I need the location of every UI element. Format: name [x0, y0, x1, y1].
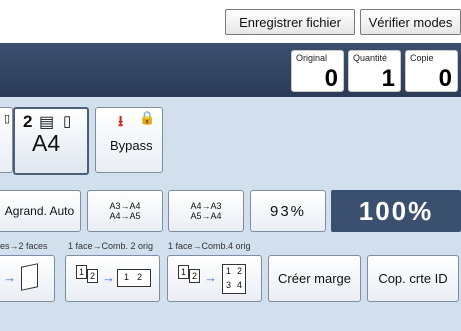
preset1-line2: A4→A5	[109, 211, 141, 221]
lock-icon: 🔒	[139, 110, 156, 125]
tray-size: A4	[32, 130, 61, 156]
arrow-right-icon: →	[3, 270, 16, 285]
bottom-strip	[0, 307, 461, 331]
check-modes-button[interactable]: Vérifier modes	[360, 9, 461, 35]
duplex-2-sided-button[interactable]: →	[0, 255, 55, 302]
combined-page-1: 1	[123, 272, 129, 282]
bypass-icon: ⭳	[118, 113, 124, 130]
page-2-icon: 2	[189, 269, 200, 283]
caption-combine-2: 1 face→Comb. 2 orig	[68, 241, 154, 251]
combined-sheet-4-icon: 12 34	[222, 264, 246, 294]
current-zoom-display: 100%	[331, 190, 461, 232]
paper-orientation-icon: ▯	[3, 113, 10, 125]
combined-page-2: 2	[136, 272, 142, 282]
check-modes-label: Vérifier modes	[368, 14, 453, 30]
custom-zoom-value: 93%	[269, 202, 307, 220]
preset2-line2: A5→A4	[190, 211, 222, 221]
preset1-line1: A3→A4	[109, 201, 141, 211]
bypass-button[interactable]: ⭳ 🔒 Bypass	[95, 107, 163, 173]
preset2-line1: A4→A3	[190, 201, 222, 211]
combine-2-button[interactable]: 1 2 → 1 2	[65, 255, 160, 302]
original-label: Original	[296, 53, 328, 63]
paper-stack-icon: ▤	[39, 114, 55, 131]
page-1-icon: 1	[76, 265, 87, 279]
tray-number: 2	[23, 112, 33, 131]
current-zoom-value: 100%	[358, 195, 434, 226]
original-value: 0	[324, 65, 338, 92]
custom-zoom-button[interactable]: 93%	[250, 190, 326, 232]
bypass-label: Bypass	[110, 138, 153, 153]
quantity-label: Quantité	[353, 53, 388, 63]
original-counter: Original 0	[291, 50, 344, 92]
id-card-copy-button[interactable]: Cop. crte ID	[367, 255, 459, 302]
arrow-right-icon: →	[204, 270, 217, 285]
enlarge-preset-button[interactable]: A4→A3 A5→A4	[168, 190, 244, 232]
caption-2-sided: es→2 faces	[0, 241, 48, 251]
page-2-icon: 2	[87, 269, 98, 283]
copy-value: 0	[438, 65, 452, 92]
create-margin-label: Créer marge	[278, 271, 351, 286]
tray-1-button[interactable]: ▯	[0, 107, 13, 173]
tray-2-button[interactable]: 2 ▤ ▯ A4	[13, 107, 89, 175]
create-margin-button[interactable]: Créer marge	[268, 255, 361, 302]
save-file-label: Enregistrer fichier	[239, 14, 341, 30]
auto-enlarge-button[interactable]: Agrand. Auto	[0, 190, 81, 232]
copy-counter: Copie 0	[405, 50, 458, 92]
quantity-counter: Quantité 1	[348, 50, 401, 92]
arrow-right-icon: →	[102, 270, 115, 285]
paper-orientation-icon: ▯	[63, 113, 72, 130]
quantity-value: 1	[381, 65, 395, 92]
page-1-icon: 1	[178, 265, 189, 279]
combine-4-button[interactable]: 1 2 → 12 34	[167, 255, 262, 302]
caption-combine-4: 1 face→Comb.4 orig	[168, 241, 251, 251]
two-sided-page-icon	[21, 263, 38, 291]
save-file-button[interactable]: Enregistrer fichier	[225, 9, 355, 35]
reduce-preset-button[interactable]: A3→A4 A4→A5	[87, 190, 163, 232]
auto-enlarge-label: Agrand. Auto	[4, 204, 75, 218]
copy-label: Copie	[410, 53, 434, 63]
id-card-copy-label: Cop. crte ID	[378, 271, 448, 286]
